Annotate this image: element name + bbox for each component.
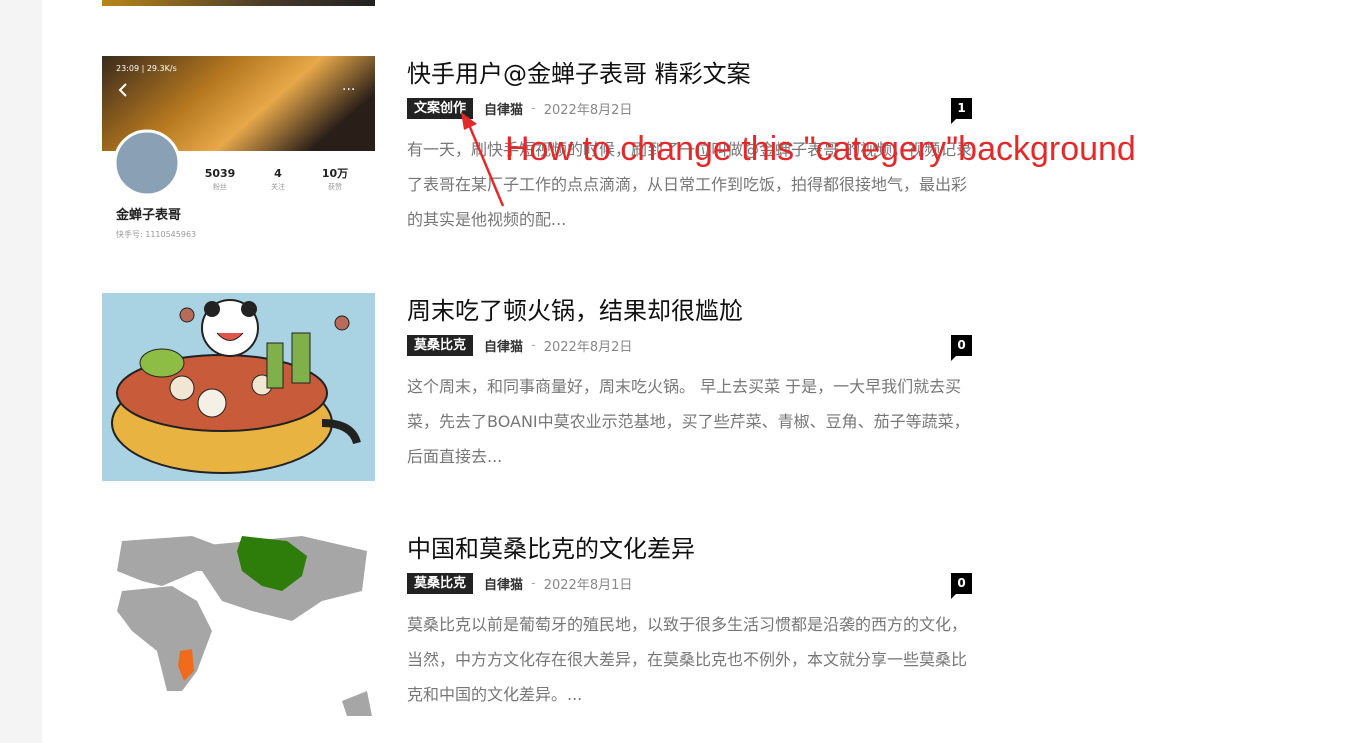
svg-text:关注: 关注 xyxy=(271,182,285,191)
meta-separator: - xyxy=(531,101,536,116)
post-title[interactable]: 中国和莫桑比克的文化差异 xyxy=(407,531,695,567)
svg-text:4: 4 xyxy=(274,167,282,180)
post-title[interactable]: 快手用户@金蝉子表哥 精彩文案 xyxy=(407,56,751,92)
post-title[interactable]: 周末吃了顿火锅，结果却很尴尬 xyxy=(407,293,743,329)
post-item: 周末吃了顿火锅，结果却很尴尬 莫桑比克 自律猫 - 2022年8月2日 0 这个… xyxy=(102,293,982,493)
post-thumbnail[interactable]: ··· 23:09 | 29.3K/s 5039 粉丝 4 关注 10万 获赞 … xyxy=(102,56,375,246)
category-badge[interactable]: 莫桑比克 xyxy=(407,573,474,594)
author-name[interactable]: 自律猫 xyxy=(484,574,523,593)
previous-post-thumbnail[interactable] xyxy=(102,0,375,6)
comment-count-badge[interactable]: 0 xyxy=(951,573,972,599)
post-thumbnail[interactable] xyxy=(102,531,375,716)
post-item: 中国和莫桑比克的文化差异 莫桑比克 自律猫 - 2022年8月1日 0 莫桑比克… xyxy=(102,531,982,731)
post-thumbnail[interactable] xyxy=(102,293,375,481)
post-date: 2022年8月2日 xyxy=(543,340,633,355)
category-badge[interactable]: 莫桑比克 xyxy=(407,335,474,356)
post-meta: 文案创作 自律猫 - 2022年8月2日 xyxy=(407,98,632,119)
post-date: 2022年8月1日 xyxy=(543,578,633,593)
status-time: 23:09 | 29.3K/s xyxy=(116,64,177,73)
svg-text:10万: 10万 xyxy=(322,167,348,180)
comment-count-badge[interactable]: 0 xyxy=(951,335,972,361)
annotation-text: How to change this "categery"background xyxy=(505,130,1136,168)
svg-text:金蝉子表哥: 金蝉子表哥 xyxy=(115,207,181,223)
post-excerpt: 莫桑比克以前是葡萄牙的殖民地，以致于很多生活习惯都是沿袭的西方的文化，当然，中方… xyxy=(407,615,968,704)
meta-separator: - xyxy=(531,338,536,353)
svg-text:快手号: 1110545963: 快手号: 1110545963 xyxy=(116,229,196,239)
post-date: 2022年8月2日 xyxy=(543,103,633,118)
svg-text:获赞: 获赞 xyxy=(328,182,342,191)
post-meta: 莫桑比克 自律猫 - 2022年8月2日 xyxy=(407,335,632,356)
svg-text:粉丝: 粉丝 xyxy=(213,182,227,191)
comment-count-badge[interactable]: 1 xyxy=(951,98,972,124)
post-meta: 莫桑比克 自律猫 - 2022年8月1日 xyxy=(407,573,632,594)
author-name[interactable]: 自律猫 xyxy=(484,336,523,355)
svg-text:···: ··· xyxy=(342,82,355,98)
post-excerpt: 这个周末，和同事商量好，周末吃火锅。 早上去买菜 于是，一大早我们就去买菜，先去… xyxy=(407,377,970,466)
meta-separator: - xyxy=(531,576,536,591)
svg-text:5039: 5039 xyxy=(205,167,236,180)
